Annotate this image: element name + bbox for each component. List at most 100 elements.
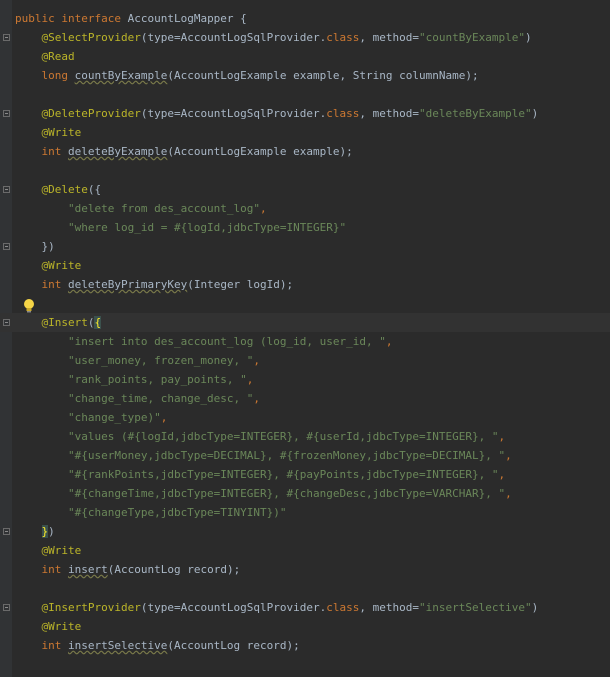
code-line[interactable]: "change_time, change_desc, ", (0, 389, 610, 408)
code-line[interactable]: "#{changeTime,jdbcType=INTEGER}, #{chang… (0, 484, 610, 503)
code-line[interactable] (0, 294, 610, 313)
code-text: "values (#{logId,jdbcType=INTEGER}, #{us… (15, 427, 505, 446)
fold-marker-icon[interactable] (3, 319, 10, 326)
code-token: @SelectProvider (15, 31, 141, 44)
code-token: "change_time, change_desc, " (15, 392, 254, 405)
code-token: int (15, 639, 68, 652)
code-token: long (15, 69, 75, 82)
code-line[interactable]: "insert into des_account_log (log_id, us… (0, 332, 610, 351)
code-text: @Write (15, 541, 81, 560)
code-token: (AccountLogExample example); (167, 145, 353, 158)
code-text: "#{changeTime,jdbcType=INTEGER}, #{chang… (15, 484, 512, 503)
code-line[interactable]: @Write (0, 541, 610, 560)
code-text: "change_type)", (15, 408, 167, 427)
code-token: , (385, 335, 393, 348)
code-line[interactable]: int insertSelective(AccountLog record); (0, 636, 610, 655)
code-token: { (94, 316, 102, 329)
code-line[interactable]: @SelectProvider(type=AccountLogSqlProvid… (0, 28, 610, 47)
code-token: @DeleteProvider (15, 107, 141, 120)
code-line[interactable]: "user_money, frozen_money, ", (0, 351, 610, 370)
code-token: "delete from des_account_log" (15, 202, 261, 215)
code-token: , (160, 411, 168, 424)
code-line[interactable]: @Write (0, 256, 610, 275)
code-line[interactable]: @Insert({ (0, 313, 610, 332)
code-text: @SelectProvider(type=AccountLogSqlProvid… (15, 28, 532, 47)
code-token: , (246, 373, 254, 386)
code-text: @Read (15, 47, 74, 66)
fold-marker-icon[interactable] (3, 243, 10, 250)
code-line[interactable]: @Write (0, 123, 610, 142)
code-token: , (253, 354, 261, 367)
code-token: class (326, 601, 360, 614)
code-line[interactable]: "#{userMoney,jdbcType=DECIMAL}, #{frozen… (0, 446, 610, 465)
code-line[interactable]: long countByExample(AccountLogExample ex… (0, 66, 610, 85)
code-text: "#{rankPoints,jdbcType=INTEGER}, #{payPo… (15, 465, 505, 484)
fold-marker-icon[interactable] (3, 528, 10, 535)
code-token: int (15, 278, 68, 291)
code-line[interactable]: "values (#{logId,jdbcType=INTEGER}, #{us… (0, 427, 610, 446)
code-token: public interface (15, 12, 128, 25)
code-line[interactable]: "#{rankPoints,jdbcType=INTEGER}, #{payPo… (0, 465, 610, 484)
code-token: "insertSelective" (419, 601, 532, 614)
code-line[interactable] (0, 161, 610, 180)
code-line[interactable] (0, 579, 610, 598)
code-text: @Write (15, 123, 81, 142)
code-token: ) (524, 31, 532, 44)
code-token: @Write (15, 126, 82, 139)
code-line[interactable]: "where log_id = #{logId,jdbcType=INTEGER… (0, 218, 610, 237)
code-line[interactable]: @Delete({ (0, 180, 610, 199)
code-text: "#{userMoney,jdbcType=DECIMAL}, #{frozen… (15, 446, 512, 465)
code-line[interactable]: @Write (0, 617, 610, 636)
code-token: , method= (359, 107, 420, 120)
code-token: @Insert (15, 316, 88, 329)
code-line[interactable]: int deleteByExample(AccountLogExample ex… (0, 142, 610, 161)
code-text: "#{changeType,jdbcType=TINYINT})" (15, 503, 287, 522)
code-line[interactable]: public interface AccountLogMapper { (0, 9, 610, 28)
code-line[interactable] (0, 85, 610, 104)
code-text: "user_money, frozen_money, ", (15, 351, 260, 370)
code-text: @Write (15, 256, 81, 275)
code-token: (AccountLog record); (107, 563, 241, 576)
code-line[interactable]: int insert(AccountLog record); (0, 560, 610, 579)
code-text: @Write (15, 617, 81, 636)
code-line[interactable]: @DeleteProvider(type=AccountLogSqlProvid… (0, 104, 610, 123)
code-token: , (505, 487, 512, 500)
code-text: @Delete({ (15, 180, 101, 199)
code-text: }) (15, 522, 55, 541)
code-line[interactable]: "rank_points, pay_points, ", (0, 370, 610, 389)
code-editor[interactable]: public interface AccountLogMapper { @Sel… (0, 0, 610, 677)
code-line[interactable]: "#{changeType,jdbcType=TINYINT})" (0, 503, 610, 522)
code-line[interactable]: "change_type)", (0, 408, 610, 427)
fold-marker-icon[interactable] (3, 34, 10, 41)
code-token: , (498, 430, 506, 443)
code-token: insert (67, 563, 108, 576)
code-token: "#{rankPoints,jdbcType=INTEGER}, #{payPo… (15, 468, 499, 481)
code-token: "#{userMoney,jdbcType=DECIMAL}, #{frozen… (15, 449, 506, 462)
fold-marker-icon[interactable] (3, 110, 10, 117)
code-line[interactable]: @InsertProvider(type=AccountLogSqlProvid… (0, 598, 610, 617)
fold-marker-icon[interactable] (3, 186, 10, 193)
code-token: (AccountLog record); (167, 639, 300, 652)
code-text: "change_time, change_desc, ", (15, 389, 260, 408)
code-text: @Insert({ (15, 313, 102, 332)
code-line[interactable]: @Read (0, 47, 610, 66)
code-token: "rank_points, pay_points, " (15, 373, 247, 386)
code-line[interactable]: "delete from des_account_log", (0, 199, 610, 218)
code-token: AccountLogMapper { (127, 12, 247, 25)
code-token: , method= (359, 31, 420, 44)
code-token: "where log_id = #{logId,jdbcType=INTEGER… (15, 221, 347, 234)
fold-marker-icon[interactable] (3, 604, 10, 611)
code-token: "#{changeTime,jdbcType=INTEGER}, #{chang… (15, 487, 506, 500)
code-token: int (15, 145, 68, 158)
code-text: int deleteByPrimaryKey(Integer logId); (15, 275, 293, 294)
code-line[interactable]: }) (0, 237, 610, 256)
code-token: ) (531, 107, 539, 120)
code-token: (AccountLogExample example, String colum… (167, 69, 479, 82)
code-line[interactable]: int deleteByPrimaryKey(Integer logId); (0, 275, 610, 294)
code-token: , method= (359, 601, 420, 614)
code-token: "deleteByExample" (419, 107, 532, 120)
code-line[interactable]: }) (0, 522, 610, 541)
code-token: countByExample (74, 69, 168, 82)
code-token: int (15, 563, 68, 576)
